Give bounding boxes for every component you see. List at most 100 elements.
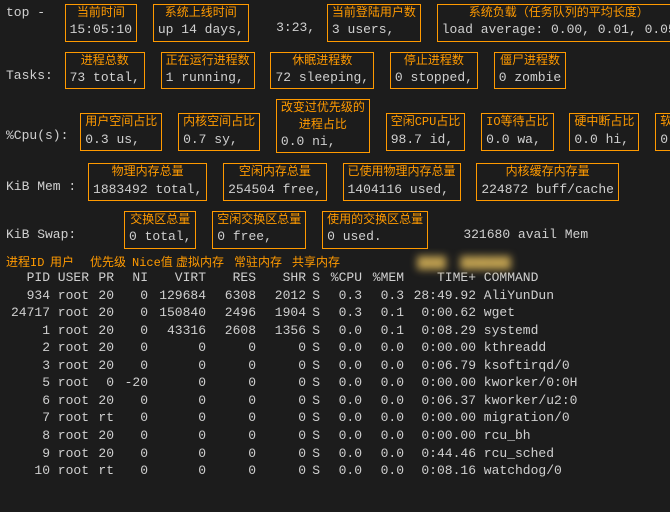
cell-cpu: 0.0 <box>320 445 362 463</box>
cell-pid: 1 <box>6 322 50 340</box>
val-mem-total: 1883492 total, <box>93 182 202 197</box>
cell-mem: 0.0 <box>362 374 404 392</box>
caption-load: 系统负载（任务队列的平均长度） <box>442 5 670 21</box>
process-table-header: 进程ID用户优先级Nice值虚拟内存常驻内存共享内存 ████ ███████ … <box>6 255 664 287</box>
cell-time: 0:00.62 <box>404 304 476 322</box>
tasks-prefix: Tasks: <box>6 52 53 85</box>
col-ni: NI <box>114 269 148 287</box>
box-tasks-zombie: 僵尸进程数 0 zombie <box>494 52 566 90</box>
cell-time: 0:08.16 <box>404 462 476 480</box>
cell-time: 0:06.37 <box>404 392 476 410</box>
cell-pr: 0 <box>90 374 114 392</box>
cell-user: root <box>50 445 90 463</box>
cell-user: root <box>50 322 90 340</box>
table-row: 10 rootrt 0 0 0 0S 0.0 0.0 0:08.16 watch… <box>6 462 664 480</box>
table-row: 9 root20 0 0 0 0S 0.0 0.0 0:44.46 rcu_sc… <box>6 445 664 463</box>
caption-mem-used: 已使用物理内存总量 <box>348 164 456 180</box>
cell-res: 0 <box>206 409 256 427</box>
cell-user: root <box>50 339 90 357</box>
col-time: TIME+ <box>404 269 476 287</box>
caption-tasks-running: 正在运行进程数 <box>166 53 250 69</box>
cell-user: root <box>50 462 90 480</box>
caption-swap-used: 使用的交换区总量 <box>327 212 423 228</box>
val-swap-total: 0 total, <box>129 229 191 244</box>
cell-pid: 2 <box>6 339 50 357</box>
cell-cpu: 0.3 <box>320 304 362 322</box>
cell-ni: 0 <box>114 287 148 305</box>
col-pid: PID <box>6 269 50 287</box>
cell-s: S <box>306 374 320 392</box>
cell-shr: 0 <box>256 339 306 357</box>
val-tasks-running: 1 running, <box>166 70 244 85</box>
cell-pr: 20 <box>90 357 114 375</box>
box-users: 当前登陆用户数 3 users, <box>327 4 421 42</box>
cell-shr: 0 <box>256 409 306 427</box>
cell-cmd: kworker/0:0H <box>476 374 606 392</box>
cell-pid: 24717 <box>6 304 50 322</box>
val-mem-free: 254504 free, <box>228 182 322 197</box>
box-cpu-us: 用户空间占比 0.3 us, <box>80 113 162 151</box>
cell-cpu: 0.0 <box>320 374 362 392</box>
cell-shr: 0 <box>256 427 306 445</box>
val-cpu-us: 0.3 us, <box>85 132 140 147</box>
cell-shr: 0 <box>256 445 306 463</box>
cell-ni: 0 <box>114 392 148 410</box>
cell-shr: 0 <box>256 357 306 375</box>
cell-virt: 43316 <box>148 322 206 340</box>
cell-pr: 20 <box>90 427 114 445</box>
val-tasks-total: 73 total, <box>70 70 140 85</box>
cell-cmd: AliYunDun <box>476 287 606 305</box>
cell-mem: 0.0 <box>362 427 404 445</box>
box-cpu-wa: IO等待占比 0.0 wa, <box>481 113 553 151</box>
cell-mem: 0.0 <box>362 462 404 480</box>
cell-s: S <box>306 392 320 410</box>
cell-time: 0:44.46 <box>404 445 476 463</box>
caption-tasks-stopped: 停止进程数 <box>395 53 473 69</box>
table-row: 1 root20 0 43316 2608 1356S 0.0 0.1 0:08… <box>6 322 664 340</box>
val-users: 3 users, <box>332 22 394 37</box>
cell-cmd: wget <box>476 304 606 322</box>
cell-res: 0 <box>206 339 256 357</box>
cell-cpu: 0.0 <box>320 392 362 410</box>
cell-pr: 20 <box>90 287 114 305</box>
caption-cpu-id: 空闲CPU占比 <box>391 114 461 130</box>
col-pr: PR <box>90 269 114 287</box>
box-mem-cache: 内核缓存内存量 224872 buff/cache <box>476 163 619 201</box>
cell-ni: 0 <box>114 357 148 375</box>
col-s: S <box>306 269 320 287</box>
cell-cmd: systemd <box>476 322 606 340</box>
cell-pr: rt <box>90 462 114 480</box>
val-time: 15:05:10 <box>70 22 132 37</box>
val-uptime: up 14 days, <box>158 22 244 37</box>
caption-uptime: 系统上线时间 <box>158 5 244 21</box>
caption-tasks-total: 进程总数 <box>70 53 140 69</box>
table-row: 934 root20 0 129684 6308 2012S 0.3 0.3 2… <box>6 287 664 305</box>
val-mem-used: 1404116 used, <box>348 182 449 197</box>
cell-ni: 0 <box>114 427 148 445</box>
caption-time: 当前时间 <box>70 5 132 21</box>
col-mem: %MEM <box>362 269 404 287</box>
caption-cpu-us: 用户空间占比 <box>85 114 157 130</box>
cell-res: 0 <box>206 427 256 445</box>
cell-cpu: 0.0 <box>320 339 362 357</box>
cell-cmd: kworker/u2:0 <box>476 392 606 410</box>
table-row: 24717 root20 0 150840 2496 1904S 0.3 0.1… <box>6 304 664 322</box>
col-virt: VIRT <box>148 269 206 287</box>
cell-s: S <box>306 287 320 305</box>
box-cpu-sy: 内核空间占比 0.7 sy, <box>178 113 260 151</box>
cell-pid: 9 <box>6 445 50 463</box>
cell-mem: 0.1 <box>362 304 404 322</box>
cell-pr: 20 <box>90 322 114 340</box>
cell-user: root <box>50 374 90 392</box>
val-cpu-si: 0.3 si, <box>660 132 670 147</box>
val-tasks-zombie: 0 zombie <box>499 70 561 85</box>
caption-tasks-sleeping: 休眠进程数 <box>275 53 369 69</box>
col-res: RES <box>206 269 256 287</box>
cell-user: root <box>50 304 90 322</box>
cell-s: S <box>306 427 320 445</box>
cell-cpu: 0.0 <box>320 409 362 427</box>
cell-virt: 0 <box>148 445 206 463</box>
caption-swap-free: 空闲交换区总量 <box>217 212 301 228</box>
cell-s: S <box>306 409 320 427</box>
caption-cpu-sy: 内核空间占比 <box>183 114 255 130</box>
